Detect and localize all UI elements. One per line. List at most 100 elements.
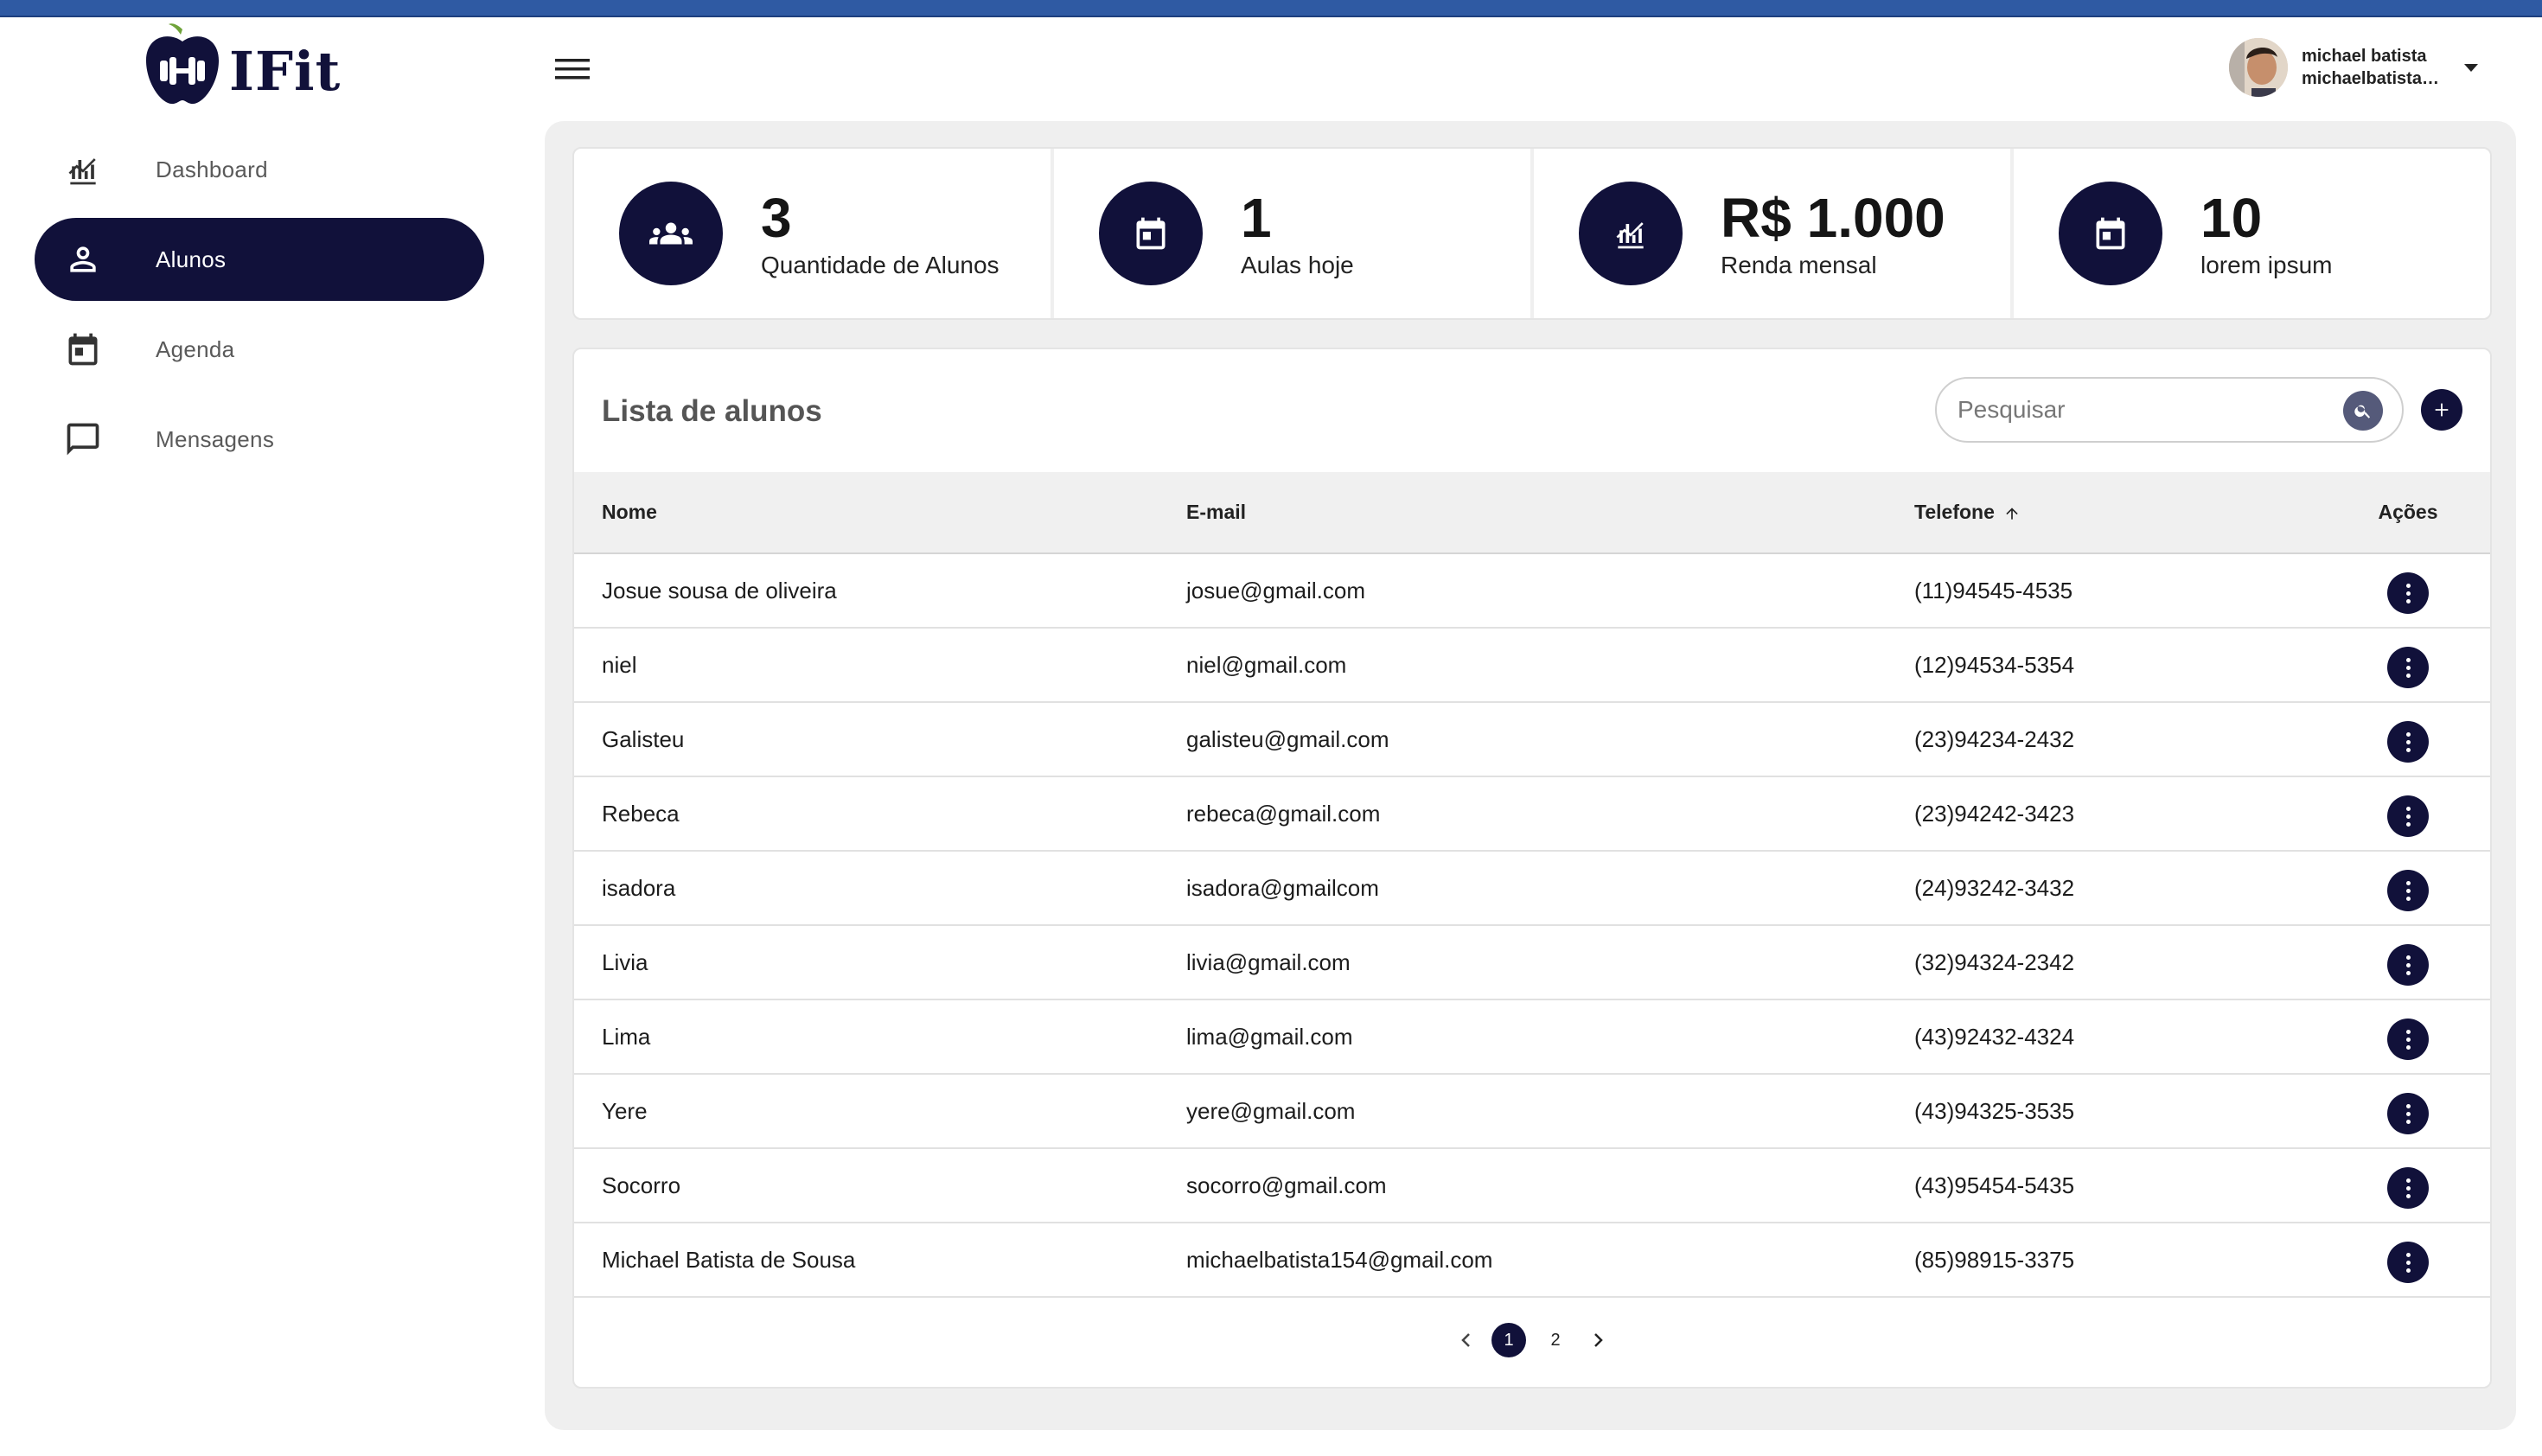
table-row: Michael Batista de Sousa michaelbatista15…: [574, 1223, 2490, 1298]
chart-icon: [64, 150, 102, 188]
pagination: 1 2: [574, 1323, 2490, 1357]
cell-email: yere@gmail.com: [1186, 1074, 1914, 1149]
sidebar-item-agenda[interactable]: Agenda: [35, 308, 484, 391]
row-actions-button[interactable]: [2387, 721, 2429, 763]
cell-actions: [2326, 628, 2490, 703]
chevron-right-icon: [1594, 1333, 1603, 1347]
calendar-icon: [1099, 182, 1203, 285]
user-email: michaelbatistas...: [2302, 69, 2440, 88]
chart-icon: [1579, 182, 1683, 285]
students-table: Nome E-mail Telefone Ações Josue sousa d…: [574, 472, 2490, 1298]
cell-email: livia@gmail.com: [1186, 925, 1914, 1000]
column-header-email[interactable]: E-mail: [1186, 472, 1914, 554]
table-row: niel niel@gmail.com (12)94534-5354: [574, 628, 2490, 703]
cell-actions: [2326, 999, 2490, 1075]
cell-actions: [2326, 851, 2490, 926]
row-actions-button[interactable]: [2387, 572, 2429, 615]
cell-phone: (43)95454-5435: [1914, 1148, 2326, 1223]
cell-email: galisteu@gmail.com: [1186, 702, 1914, 777]
row-actions-button[interactable]: [2387, 1019, 2429, 1061]
stat-card-renda: R$ 1.000 Renda mensal: [1534, 149, 2014, 318]
user-name: michael batista: [2302, 47, 2427, 66]
stat-value: 3: [761, 187, 792, 249]
cell-actions: [2326, 1223, 2490, 1298]
search-button[interactable]: [2343, 391, 2383, 431]
table-row: Livia livia@gmail.com (32)94324-2342: [574, 925, 2490, 1000]
cell-phone: (23)94234-2432: [1914, 702, 2326, 777]
cell-actions: [2326, 553, 2490, 629]
column-header-name[interactable]: Nome: [574, 472, 1186, 554]
cell-email: josue@gmail.com: [1186, 553, 1914, 629]
more-vertical-icon: [2405, 1029, 2411, 1050]
table-row: Rebeca rebeca@gmail.com (23)94242-3423: [574, 776, 2490, 852]
user-menu[interactable]: michael batista michaelbatistas...: [2229, 38, 2478, 97]
table-row: isadora isadora@gmailcom (24)93242-3432: [574, 851, 2490, 926]
row-actions-button[interactable]: [2387, 795, 2429, 838]
cell-phone: (43)94325-3535: [1914, 1074, 2326, 1149]
sidebar-item-label: Dashboard: [156, 156, 268, 182]
page-button-1[interactable]: 1: [1491, 1323, 1526, 1357]
sidebar-item-dashboard[interactable]: Dashboard: [35, 128, 484, 211]
hamburger-icon: [555, 59, 590, 80]
more-vertical-icon: [2405, 806, 2411, 827]
more-vertical-icon: [2405, 657, 2411, 678]
caret-down-icon[interactable]: [2464, 63, 2478, 72]
row-actions-button[interactable]: [2387, 1242, 2429, 1284]
search-box: [1935, 377, 2404, 443]
sidebar-nav: Dashboard Alunos Agenda Mensagens: [35, 128, 484, 488]
more-vertical-icon: [2405, 1252, 2411, 1273]
menu-toggle-button[interactable]: [555, 55, 590, 83]
stat-label: Quantidade de Alunos: [761, 252, 1000, 278]
top-bar-line: [0, 16, 2542, 17]
row-actions-button[interactable]: [2387, 647, 2429, 689]
cell-phone: (11)94545-4535: [1914, 553, 2326, 629]
main-panel: 3 Quantidade de Alunos 1 Aulas hoje R$ 1…: [545, 121, 2516, 1430]
cell-name: Livia: [574, 925, 1186, 1000]
sort-arrow-up-icon[interactable]: [2003, 505, 2021, 522]
table-row: Josue sousa de oliveira josue@gmail.com (1…: [574, 553, 2490, 629]
cell-name: isadora: [574, 851, 1186, 926]
avatar[interactable]: [2229, 38, 2288, 97]
cell-name: Rebeca: [574, 776, 1186, 852]
cell-email: michaelbatista154@gmail.com: [1186, 1223, 1914, 1298]
stat-label: Renda mensal: [1721, 252, 1877, 278]
table-row: Socorro socorro@gmail.com (43)95454-5435: [574, 1148, 2490, 1223]
logo-text: IFit: [229, 39, 342, 103]
cell-email: isadora@gmailcom: [1186, 851, 1914, 926]
row-actions-button[interactable]: [2387, 1167, 2429, 1210]
add-student-button[interactable]: [2421, 389, 2462, 431]
previous-page-button[interactable]: [1453, 1323, 1479, 1357]
column-header-phone[interactable]: Telefone: [1914, 472, 2326, 554]
sidebar-item-mensagens[interactable]: Mensagens: [35, 398, 484, 481]
apple-dumbbell-logo-icon: [143, 22, 222, 107]
more-vertical-icon: [2405, 1178, 2411, 1198]
cell-email: rebeca@gmail.com: [1186, 776, 1914, 852]
stat-value: 10: [2200, 187, 2263, 249]
cell-name: Socorro: [574, 1148, 1186, 1223]
cell-actions: [2326, 925, 2490, 1000]
cell-name: Lima: [574, 999, 1186, 1075]
more-vertical-icon: [2405, 1103, 2411, 1124]
table-row: Yere yere@gmail.com (43)94325-3535: [574, 1074, 2490, 1149]
cell-phone: (12)94534-5354: [1914, 628, 2326, 703]
row-actions-button[interactable]: [2387, 944, 2429, 987]
next-page-button[interactable]: [1585, 1323, 1611, 1357]
stat-label: Aulas hoje: [1241, 252, 1354, 278]
page-button-2[interactable]: 2: [1538, 1323, 1573, 1357]
browser-top-bar: [0, 0, 2542, 16]
cell-actions: [2326, 702, 2490, 777]
column-header-phone-label: Telefone: [1914, 501, 1995, 523]
cell-name: niel: [574, 628, 1186, 703]
message-icon: [64, 420, 102, 458]
cell-phone: (43)92432-4324: [1914, 999, 2326, 1075]
cell-phone: (32)94324-2342: [1914, 925, 2326, 1000]
app-logo[interactable]: IFit: [143, 22, 341, 107]
table-header-row: Nome E-mail Telefone Ações: [574, 472, 2490, 554]
search-input[interactable]: [1956, 395, 2322, 425]
students-list-card: Lista de alunos Nome E-mail Telefone Açõ…: [572, 348, 2492, 1389]
row-actions-button[interactable]: [2387, 1093, 2429, 1135]
sidebar-item-alunos[interactable]: Alunos: [35, 218, 484, 301]
stat-card-alunos: 3 Quantidade de Alunos: [574, 149, 1054, 318]
chevron-left-icon: [1461, 1333, 1470, 1347]
row-actions-button[interactable]: [2387, 870, 2429, 912]
